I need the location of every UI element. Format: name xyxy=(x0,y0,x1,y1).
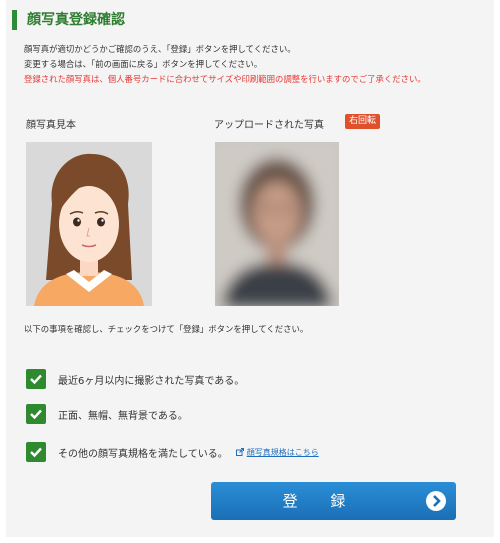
check-label-recent: 最近6ヶ月以内に撮影された写真である。 xyxy=(58,375,245,387)
checkmark-icon xyxy=(30,447,42,458)
page-title: 顔写真登録確認 xyxy=(12,10,125,30)
checkbox-recent[interactable] xyxy=(26,369,46,389)
checkmark-icon xyxy=(30,374,42,385)
check-label-front: 正面、無帽、無背景である。 xyxy=(58,410,188,422)
checkbox-standards[interactable] xyxy=(26,442,46,462)
rotate-right-button[interactable]: 右回転 xyxy=(345,114,381,129)
check-instruction: 以下の事項を確認し、チェックをつけて「登録」ボタンを押してください。 xyxy=(24,324,309,334)
intro-line-2: 変更する場合は、「前の画面に戻る」ボタンを押してください。 xyxy=(24,59,263,69)
checkbox-front[interactable] xyxy=(26,404,46,424)
intro-line-1: 顔写真が適切かどうかご確認のうえ、「登録」ボタンを押してください。 xyxy=(24,44,296,54)
check-row-recent: 最近6ヶ月以内に撮影された写真である。 xyxy=(26,369,244,389)
intro-warning: 登録された顔写真は、個人番号カードに合わせてサイズや印刷範囲の調整を行いますので… xyxy=(24,74,426,84)
photo-rules-link-label: 顔写真規格はこちら xyxy=(246,447,319,457)
uploaded-face-photo xyxy=(215,142,339,306)
check-row-standards: その他の顔写真規格を満たしている。 顔写真規格はこちら xyxy=(26,442,319,462)
photo-rules-link[interactable]: 顔写真規格はこちら xyxy=(235,447,319,458)
check-label-standards: その他の顔写真規格を満たしている。 xyxy=(58,448,228,460)
sample-face-photo xyxy=(26,142,152,306)
intro-text: 顔写真が適切かどうかご確認のうえ、「登録」ボタンを押してください。 変更する場合… xyxy=(24,42,426,87)
sample-photo-label: 顔写真見本 xyxy=(26,120,76,131)
uploaded-photo-label: アップロードされた写真 xyxy=(214,120,324,131)
checkmark-icon xyxy=(30,409,42,420)
external-link-icon xyxy=(235,448,244,456)
chevron-right-icon xyxy=(426,491,446,511)
register-button[interactable]: 登 録 xyxy=(211,482,456,520)
register-button-label: 登 録 xyxy=(282,492,360,510)
check-row-front: 正面、無帽、無背景である。 xyxy=(26,404,188,424)
